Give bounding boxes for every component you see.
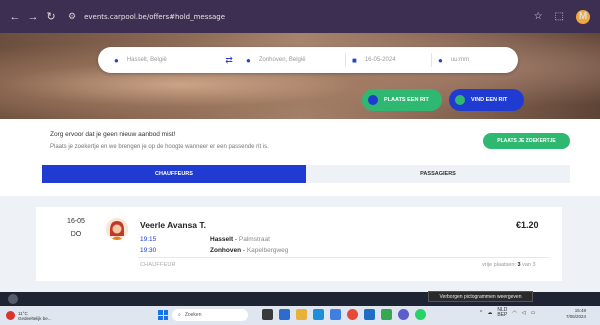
- notice-title: Zorg ervoor dat je geen nieuw aanbod mis…: [50, 131, 176, 138]
- meet-icon[interactable]: [279, 309, 290, 320]
- profile-avatar[interactable]: M: [576, 9, 590, 24]
- from-input[interactable]: Hasselt, België: [127, 57, 167, 63]
- weather-widget[interactable]: 11°C Gedeeltelijk be...: [6, 311, 52, 321]
- arrival-time: 19:30: [140, 247, 157, 254]
- date-field[interactable]: ■ 16-05-2024: [346, 47, 431, 73]
- time-input[interactable]: uu:mm: [451, 57, 469, 63]
- divider: [138, 257, 550, 258]
- seats-free-count: 3: [517, 262, 521, 268]
- seats-total: van 3: [522, 262, 536, 268]
- find-ride-button[interactable]: VIND EEN RIT: [449, 89, 524, 111]
- tray-chevron-icon[interactable]: ^: [480, 310, 482, 316]
- to-field[interactable]: ● Zonhoven, België: [240, 47, 345, 73]
- cloud-icon[interactable]: ☁: [487, 310, 492, 316]
- departure-time: 19:15: [140, 236, 157, 243]
- reload-icon[interactable]: ↻: [42, 10, 60, 23]
- edge-icon[interactable]: [313, 309, 324, 320]
- time-field[interactable]: ● uu:mm: [432, 47, 512, 73]
- language-indicator[interactable]: NLD BEP: [497, 308, 507, 318]
- free-seats: vrije plaatsen: 3 van 3: [482, 262, 536, 268]
- system-clock[interactable]: 15:48 7/05/2024: [566, 308, 586, 320]
- system-tray: ^ ☁ NLD BEP ◠ ◁ ▭: [480, 308, 535, 318]
- store-icon[interactable]: [330, 309, 341, 320]
- search-bar: ● Hasselt, België ⇄ ● Zonhoven, België ■…: [98, 47, 518, 73]
- arrival-place: Zonhoven - Kapelbergweg: [210, 247, 288, 254]
- tray-tooltip: Verborgen pictogrammen weergeven: [428, 291, 533, 302]
- to-input[interactable]: Zonhoven, België: [259, 57, 306, 63]
- outlook-icon[interactable]: [364, 309, 375, 320]
- arrival-city: Zonhoven: [210, 247, 242, 254]
- clock-icon: ●: [438, 55, 443, 65]
- search-icon: ⌕: [178, 312, 181, 318]
- chrome-icon[interactable]: [347, 309, 358, 320]
- bookmark-star-icon[interactable]: ☆: [534, 11, 543, 22]
- back-arrow-icon[interactable]: ←: [6, 11, 24, 23]
- clock-date: 7/05/2024: [566, 314, 587, 319]
- arrival-street: Kapelbergweg: [246, 247, 289, 254]
- ride-date: 16-05: [67, 218, 85, 225]
- tab-chauffeurs[interactable]: CHAUFFEURS: [42, 165, 306, 183]
- taskbar-search[interactable]: ⌕ Zoeken: [172, 309, 248, 321]
- swap-icon[interactable]: ⇄: [218, 55, 240, 66]
- windows-start-icon[interactable]: [158, 310, 168, 320]
- role-label: CHAUFFEUR: [140, 262, 176, 268]
- taskbar-search-label: Zoeken: [184, 312, 202, 318]
- browser-actions: ☆ ⬚ M: [534, 9, 590, 24]
- driver-avatar: [106, 218, 128, 240]
- location-pin-icon: ●: [114, 55, 119, 65]
- find-ride-label: VIND EEN RIT: [471, 97, 508, 103]
- date-input[interactable]: 16-05-2024: [365, 57, 396, 63]
- post-request-button[interactable]: PLAATS JE ZOEKERTJE: [483, 133, 570, 149]
- results-tabs: CHAUFFEURS PASSAGIERS: [42, 165, 570, 183]
- browser-toolbar: ← → ↻ ⚙ events.carpool.be/offers#hold_me…: [0, 0, 600, 33]
- battery-icon[interactable]: ▭: [531, 310, 536, 316]
- weather-icon: [6, 311, 15, 320]
- plus-icon: [368, 95, 378, 105]
- departure-place: Hasselt - Palmstraat: [210, 236, 270, 243]
- from-field[interactable]: ● Hasselt, België: [98, 47, 218, 73]
- seats-label: vrije plaatsen:: [482, 262, 516, 268]
- taskbar-apps: [262, 309, 426, 320]
- teams-icon[interactable]: [398, 309, 409, 320]
- departure-city: Hasselt: [210, 236, 234, 243]
- photos-icon[interactable]: [381, 309, 392, 320]
- ride-day: DO: [70, 231, 82, 238]
- tab-passagiers[interactable]: PASSAGIERS: [306, 165, 570, 183]
- ride-price: €1.20: [516, 220, 539, 230]
- calendar-icon: ■: [352, 55, 357, 65]
- wifi-icon[interactable]: ◠: [512, 310, 516, 316]
- address-bar[interactable]: events.carpool.be/offers#hold_message: [84, 13, 225, 21]
- whatsapp-icon[interactable]: [415, 309, 426, 320]
- weather-desc: Gedeeltelijk be...: [18, 315, 52, 321]
- chat-widget-icon[interactable]: [8, 294, 18, 304]
- location-pin-icon: ●: [246, 55, 251, 65]
- place-ride-button[interactable]: PLAATS EEN RIT: [362, 89, 442, 111]
- task-view-icon[interactable]: [262, 309, 273, 320]
- notice-subtitle: Plaats je zoekertje en we brengen je op …: [50, 144, 269, 150]
- place-ride-label: PLAATS EEN RIT: [384, 97, 429, 103]
- file-explorer-icon[interactable]: [296, 309, 307, 320]
- driver-name[interactable]: Veerle Avansa T.: [140, 220, 206, 230]
- search-icon: [455, 95, 465, 105]
- volume-icon[interactable]: ◁: [522, 310, 526, 316]
- language-sub: BEP: [497, 312, 508, 318]
- forward-arrow-icon[interactable]: →: [24, 11, 42, 23]
- extensions-icon[interactable]: ⬚: [555, 11, 564, 22]
- departure-street: Palmstraat: [238, 236, 270, 243]
- site-info-icon[interactable]: ⚙: [68, 11, 76, 22]
